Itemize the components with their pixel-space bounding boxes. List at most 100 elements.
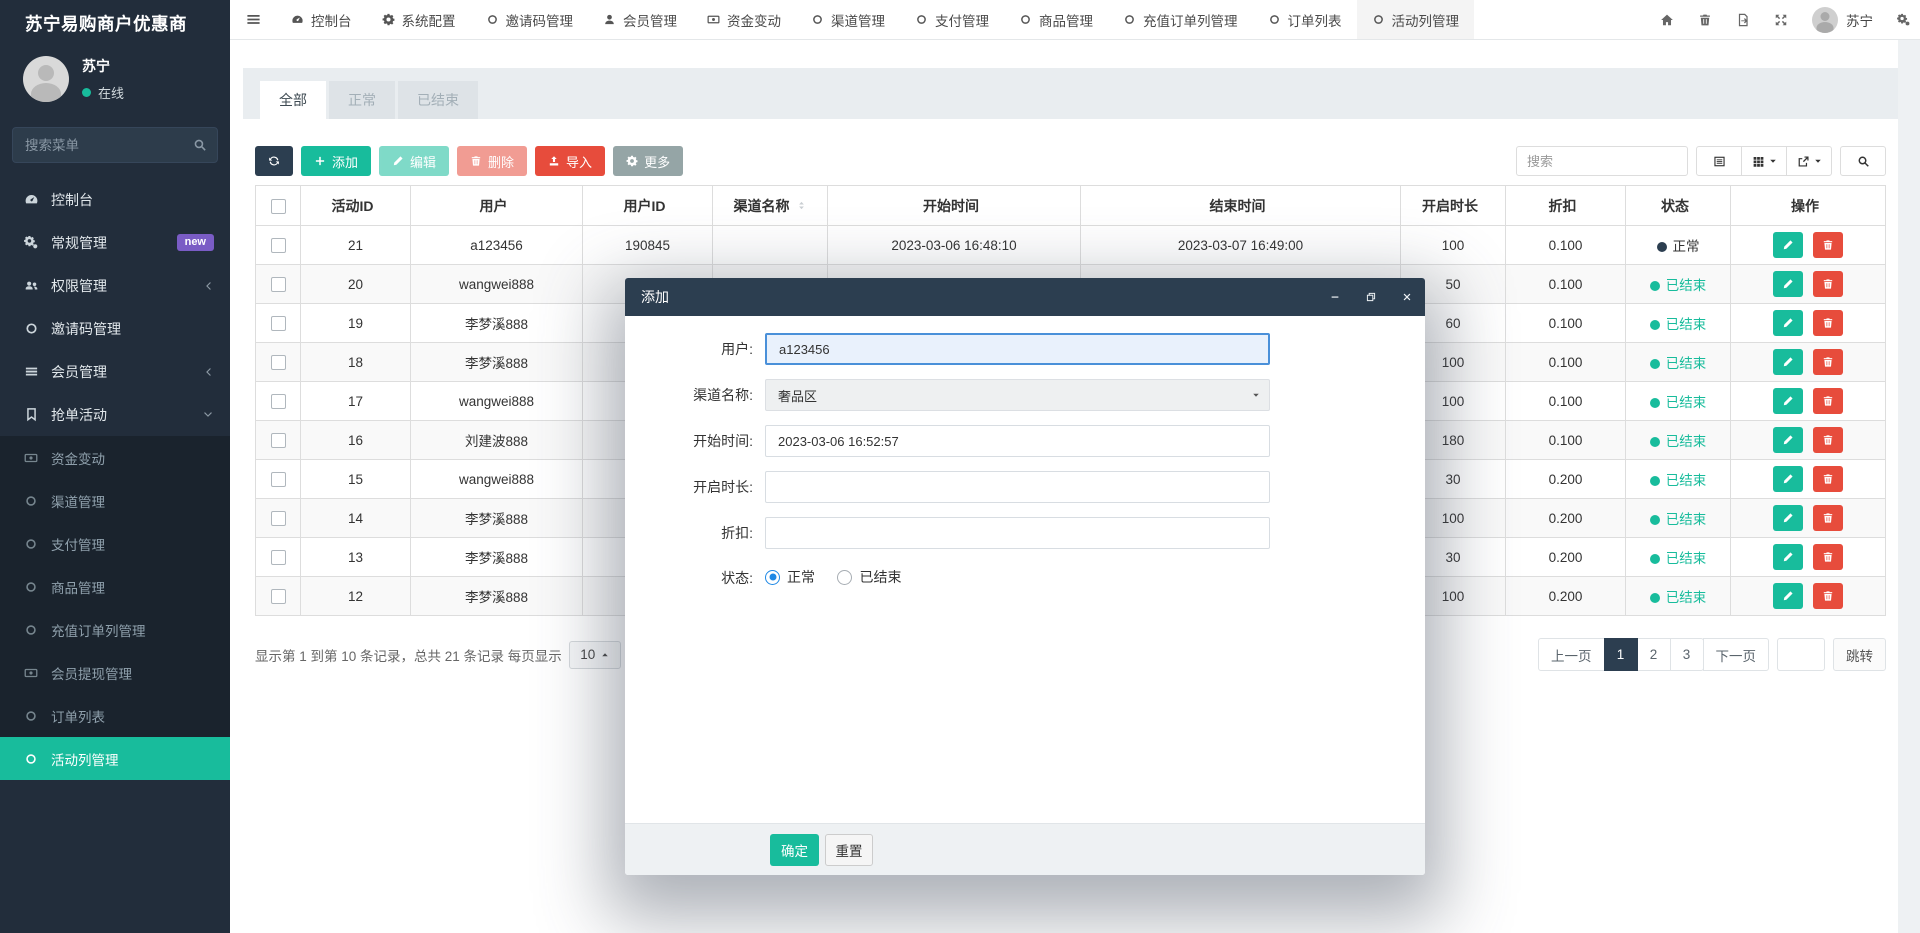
add-button[interactable]: 添加 — [301, 146, 371, 176]
reset-button[interactable]: 重置 — [825, 834, 873, 866]
menu-search-input[interactable] — [13, 128, 217, 162]
edit-row-button[interactable] — [1773, 466, 1803, 492]
row-checkbox[interactable] — [271, 316, 286, 331]
sidebar-item[interactable]: 抢单活动 — [0, 393, 230, 436]
user-field[interactable] — [765, 333, 1270, 365]
jump-button[interactable]: 跳转 — [1833, 638, 1886, 671]
edit-row-button[interactable] — [1773, 388, 1803, 414]
refresh-button[interactable] — [255, 146, 293, 176]
delete-row-button[interactable] — [1813, 388, 1843, 414]
sidebar-subitem[interactable]: 渠道管理 — [0, 479, 230, 522]
row-checkbox[interactable] — [271, 238, 286, 253]
sidebar-item[interactable]: 邀请码管理 — [0, 307, 230, 350]
edit-row-button[interactable] — [1773, 232, 1803, 258]
discount-field[interactable] — [765, 517, 1270, 549]
column-header[interactable]: 开启时长 — [1401, 186, 1506, 226]
sidebar-toggle-button[interactable] — [230, 0, 276, 39]
home-icon[interactable] — [1648, 13, 1686, 27]
column-header[interactable]: 用户ID — [583, 186, 713, 226]
row-checkbox[interactable] — [271, 550, 286, 565]
topnav-tab[interactable]: 商品管理 — [1004, 0, 1108, 39]
next-page-button[interactable]: 下一页 — [1703, 638, 1770, 671]
row-checkbox[interactable] — [271, 511, 286, 526]
topnav-tab[interactable]: 系统配置 — [367, 0, 471, 39]
delete-row-button[interactable] — [1813, 544, 1843, 570]
delete-row-button[interactable] — [1813, 583, 1843, 609]
topnav-tab[interactable]: 控制台 — [276, 0, 367, 39]
delete-row-button[interactable] — [1813, 427, 1843, 453]
columns-button[interactable] — [1741, 146, 1787, 176]
delete-button[interactable]: 删除 — [457, 146, 527, 176]
jump-page-input[interactable] — [1777, 638, 1825, 671]
maximize-icon[interactable] — [1353, 278, 1389, 316]
column-header[interactable]: 操作 — [1731, 186, 1886, 226]
sidebar-subitem[interactable]: 活动列管理 — [0, 737, 230, 780]
sidebar-item[interactable]: 权限管理 — [0, 264, 230, 307]
select-all-checkbox[interactable] — [271, 199, 286, 214]
edit-row-button[interactable] — [1773, 544, 1803, 570]
delete-row-button[interactable] — [1813, 310, 1843, 336]
sidebar-subitem[interactable]: 支付管理 — [0, 522, 230, 565]
topnav-tab[interactable]: 支付管理 — [900, 0, 1004, 39]
fullscreen-icon[interactable] — [1762, 13, 1800, 27]
column-header[interactable]: 折扣 — [1506, 186, 1626, 226]
sidebar-subitem[interactable]: 会员提现管理 — [0, 651, 230, 694]
prev-page-button[interactable]: 上一页 — [1538, 638, 1605, 671]
sidebar-item[interactable]: 常规管理 new — [0, 221, 230, 264]
sidebar-subitem[interactable]: 商品管理 — [0, 565, 230, 608]
column-header[interactable]: 状态 — [1626, 186, 1731, 226]
row-checkbox[interactable] — [271, 433, 286, 448]
user-menu[interactable]: 苏宁 — [1800, 7, 1885, 33]
column-header[interactable]: 渠道名称 — [713, 186, 828, 226]
delete-row-button[interactable] — [1813, 466, 1843, 492]
topnav-tab[interactable]: 会员管理 — [588, 0, 692, 39]
column-header[interactable]: 用户 — [411, 186, 583, 226]
settings-gears-icon[interactable] — [1885, 13, 1920, 27]
edit-row-button[interactable] — [1773, 505, 1803, 531]
topnav-tab[interactable]: 充值订单列管理 — [1108, 0, 1253, 39]
row-checkbox[interactable] — [271, 589, 286, 604]
duration-field[interactable] — [765, 471, 1270, 503]
delete-row-button[interactable] — [1813, 505, 1843, 531]
column-header[interactable]: 开始时间 — [828, 186, 1081, 226]
status-radio-option[interactable]: 已结束 — [837, 567, 901, 587]
edit-row-button[interactable] — [1773, 427, 1803, 453]
delete-row-button[interactable] — [1813, 232, 1843, 258]
more-button[interactable]: 更多 — [613, 146, 683, 176]
row-checkbox[interactable] — [271, 472, 286, 487]
topnav-tab[interactable]: 渠道管理 — [796, 0, 900, 39]
status-radio-option[interactable]: 正常 — [765, 567, 815, 587]
row-checkbox[interactable] — [271, 394, 286, 409]
delete-row-button[interactable] — [1813, 349, 1843, 375]
export-button[interactable] — [1786, 146, 1832, 176]
import-button[interactable]: 导入 — [535, 146, 605, 176]
start-time-field[interactable] — [765, 425, 1270, 457]
sidebar-subitem[interactable]: 订单列表 — [0, 694, 230, 737]
column-header[interactable]: 结束时间 — [1081, 186, 1401, 226]
edit-button[interactable]: 编辑 — [379, 146, 449, 176]
filter-tab[interactable]: 全部 — [260, 81, 326, 119]
topnav-tab[interactable]: 订单列表 — [1253, 0, 1357, 39]
topnav-tab[interactable]: 邀请码管理 — [471, 0, 589, 39]
column-header[interactable]: 活动ID — [301, 186, 411, 226]
filter-tab[interactable]: 已结束 — [398, 81, 478, 119]
search-button[interactable] — [1840, 146, 1886, 176]
edit-row-button[interactable] — [1773, 349, 1803, 375]
sidebar-item[interactable]: 控制台 — [0, 178, 230, 221]
page-number-button[interactable]: 2 — [1637, 638, 1671, 671]
sidebar-item[interactable]: 会员管理 — [0, 350, 230, 393]
channel-select[interactable]: 奢品区 — [765, 379, 1270, 411]
row-checkbox[interactable] — [271, 277, 286, 292]
table-search-input[interactable] — [1516, 146, 1688, 176]
minimize-icon[interactable] — [1317, 278, 1353, 316]
sidebar-subitem[interactable]: 资金变动 — [0, 436, 230, 479]
close-icon[interactable] — [1389, 278, 1425, 316]
sidebar-subitem[interactable]: 充值订单列管理 — [0, 608, 230, 651]
edit-row-button[interactable] — [1773, 583, 1803, 609]
edit-row-button[interactable] — [1773, 310, 1803, 336]
trash-icon[interactable] — [1686, 13, 1724, 27]
page-number-button[interactable]: 3 — [1670, 638, 1704, 671]
topnav-tab[interactable]: 活动列管理 — [1357, 0, 1475, 39]
toggle-view-button[interactable] — [1696, 146, 1742, 176]
page-number-button[interactable]: 1 — [1604, 638, 1638, 671]
